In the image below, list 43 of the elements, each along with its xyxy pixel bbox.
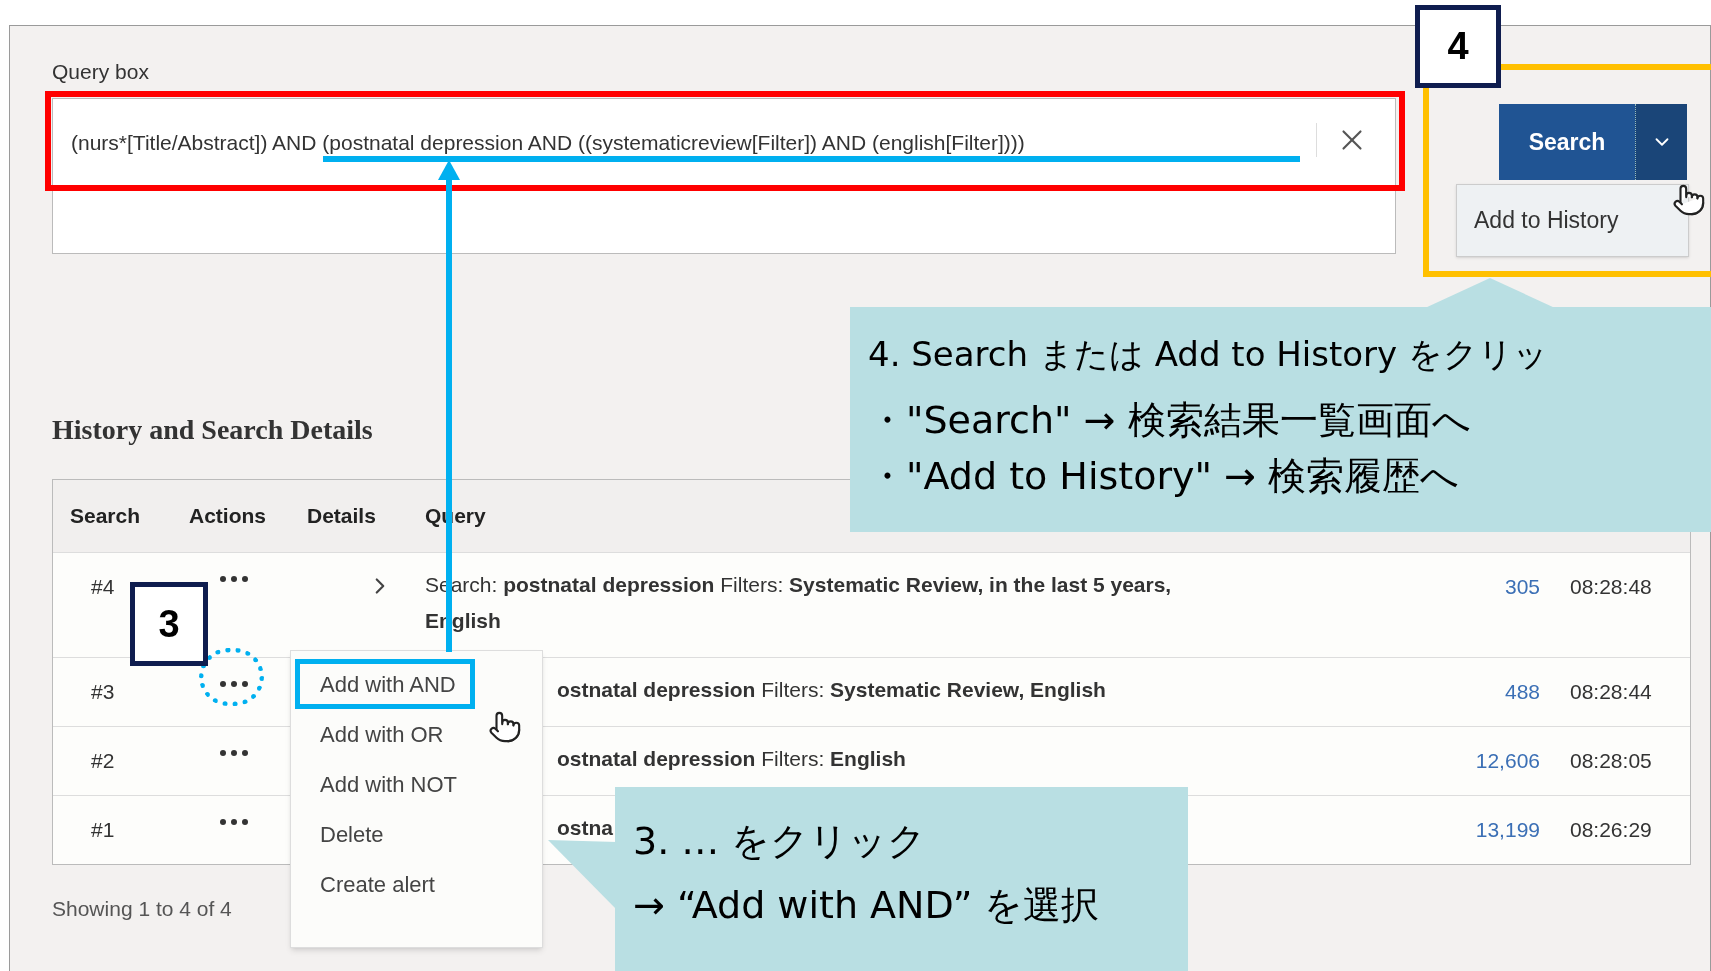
- column-header: Search: [70, 503, 141, 527]
- callout-text: → “Add with AND” を選択: [633, 882, 1100, 929]
- callout-text: ・"Add to History" → 検索履歴へ: [868, 453, 1460, 500]
- query-text: (nurs*[Title/Abstract]) AND (postnatal depression AND ((systematicreview[Filter]) AND (english[Filter]))): [71, 129, 1026, 156]
- search-time: 08:26:29: [1570, 817, 1652, 841]
- hand-cursor-icon: [1672, 183, 1706, 217]
- query-summary: ostnatal depression Filters: Systematic Review, English: [557, 676, 1106, 703]
- results-link[interactable]: 488: [1504, 679, 1540, 703]
- search-button[interactable]: Search: [1499, 104, 1635, 180]
- more-options-icon[interactable]: [219, 679, 249, 688]
- results-link[interactable]: 13,199: [1475, 817, 1540, 841]
- results-link[interactable]: 12,606: [1475, 748, 1540, 772]
- search-time: 08:28:44: [1570, 679, 1652, 703]
- results-link[interactable]: 305: [1504, 574, 1540, 598]
- menu-item[interactable]: Add with AND: [295, 659, 475, 709]
- search-time: 08:28:05: [1570, 748, 1652, 772]
- callout-text: 4. Search または Add to History をクリッ: [868, 333, 1548, 376]
- history-heading: History and Search Details: [52, 412, 373, 447]
- more-options-icon[interactable]: [219, 574, 249, 583]
- column-header: Actions: [189, 503, 266, 527]
- menu-item[interactable]: Add with NOT: [295, 759, 476, 809]
- search-number: #4: [91, 574, 115, 598]
- menu-item[interactable]: Delete: [295, 809, 403, 859]
- query-box-label: Query box: [52, 59, 149, 85]
- callout-text: ・"Search" → 検索結果一覧画面へ: [868, 397, 1471, 444]
- more-options-icon[interactable]: [219, 748, 249, 757]
- search-time: 08:28:48: [1570, 574, 1652, 598]
- showing-count: Showing 1 to 4 of 4: [52, 896, 232, 920]
- menu-item[interactable]: Add with OR: [295, 709, 463, 759]
- query-summary: ostna: [557, 814, 613, 841]
- more-options-icon[interactable]: [219, 817, 249, 826]
- search-number: #3: [91, 679, 115, 703]
- step-marker: 3: [130, 582, 208, 666]
- search-number: #2: [91, 748, 115, 772]
- callout-text: 3. … をクリック: [633, 818, 927, 865]
- search-number: #1: [91, 817, 115, 841]
- step-marker: 4: [1415, 5, 1501, 88]
- add-to-history-option[interactable]: Add to History: [1474, 203, 1619, 238]
- column-header: Details: [307, 503, 376, 527]
- hand-cursor-icon: [488, 710, 522, 744]
- query-summary: ostnatal depression Filters: English: [557, 745, 906, 772]
- query-field[interactable]: (nurs*[Title/Abstract]) AND (postnatal depression AND ((systematicreview[Filter]) AND (english[Filter]))): [52, 97, 1396, 254]
- menu-item[interactable]: Create alert: [295, 859, 454, 909]
